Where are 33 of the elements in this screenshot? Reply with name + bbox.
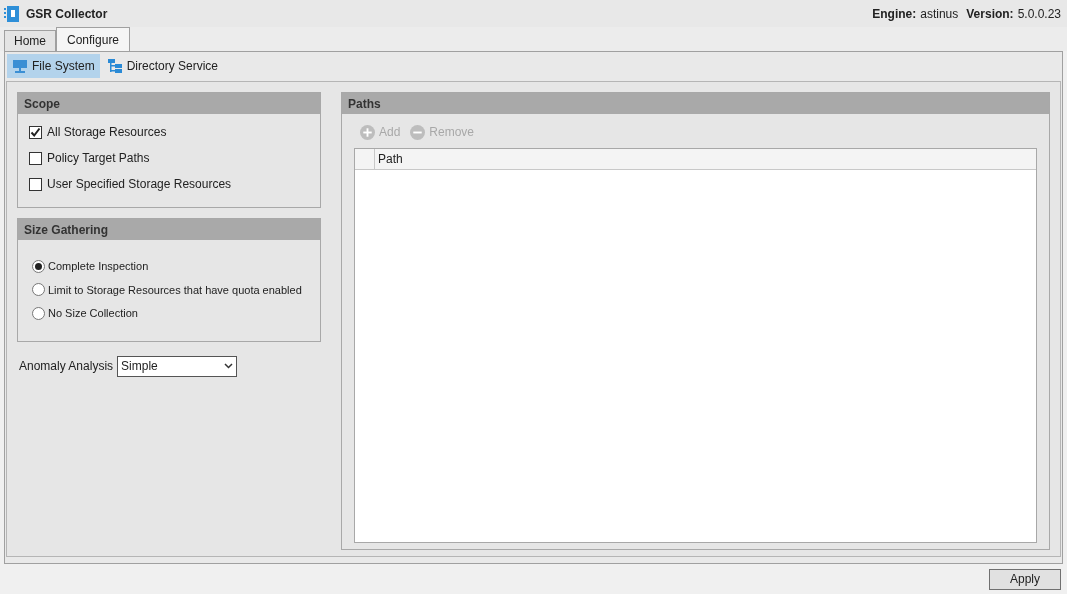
- checkbox[interactable]: [29, 125, 42, 139]
- radio-label: Limit to Storage Resources that have quota enabled: [48, 282, 302, 298]
- tree-icon: [106, 58, 123, 74]
- window-title: GSR Collector: [26, 5, 108, 23]
- engine-value: astinus: [920, 5, 959, 23]
- checkbox-label: All Storage Resources: [47, 124, 167, 141]
- view-tab[interactable]: File System: [7, 54, 100, 78]
- group-header: Scope: [18, 93, 320, 114]
- engine-label: Engine:: [872, 5, 917, 23]
- chevron-down-icon: [224, 363, 234, 369]
- checkbox-label: Policy Target Paths: [47, 150, 150, 167]
- version-label: Version:: [966, 5, 1014, 23]
- plus-icon: [360, 124, 375, 140]
- dropdown[interactable]: Simple: [117, 355, 238, 377]
- radio-label: Complete Inspection: [48, 259, 149, 274]
- apply-button[interactable]: Apply: [989, 568, 1061, 590]
- tab[interactable]: Home: [4, 30, 56, 51]
- checkbox[interactable]: [29, 151, 42, 165]
- view-tab[interactable]: Directory Service: [101, 54, 224, 78]
- radio-button[interactable]: [32, 283, 45, 297]
- version-value: 5.0.0.23: [1017, 5, 1061, 23]
- checkbox[interactable]: [29, 177, 42, 191]
- checkbox-label: User Specified Storage Resources: [47, 176, 232, 193]
- tab[interactable]: Configure: [56, 27, 131, 51]
- group-header: Size Gathering: [18, 219, 320, 240]
- radio-label: No Size Collection: [48, 306, 138, 321]
- group-header: Paths: [342, 93, 1049, 114]
- field-label: Anomaly Analysis: [19, 358, 114, 375]
- radio-button[interactable]: [32, 306, 45, 320]
- app-logo-icon: [4, 4, 22, 23]
- minus-icon: [410, 124, 426, 140]
- monitor-icon: [12, 59, 28, 73]
- radio-button[interactable]: [32, 259, 45, 273]
